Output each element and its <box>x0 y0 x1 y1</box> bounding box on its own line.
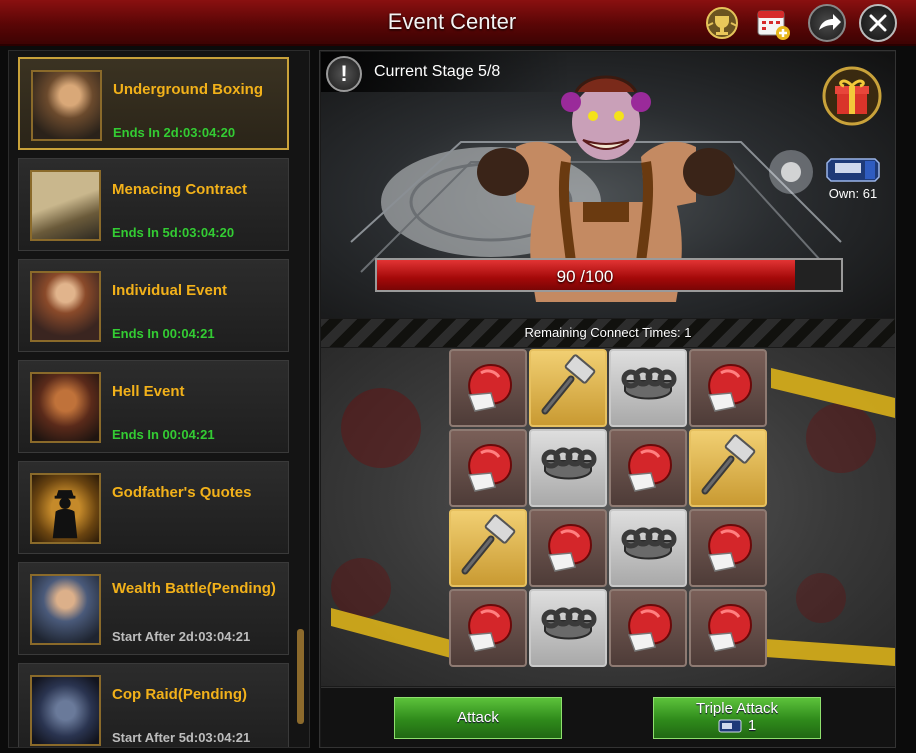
pass-ticket-icon <box>823 151 883 187</box>
event-list-scrollbar[interactable] <box>297 629 304 724</box>
action-bar: Attack Triple Attack 1 <box>321 687 895 747</box>
boxing-glove-icon <box>467 603 513 652</box>
triple-attack-button[interactable]: Triple Attack 1 <box>653 697 821 739</box>
tile-glove[interactable] <box>609 429 687 507</box>
tile-knuckles[interactable] <box>609 349 687 427</box>
event-main-panel: ! Current Stage 5/8 Own: 61 90 /100 Rema… <box>319 50 896 748</box>
brass-knuckles-icon <box>621 367 677 400</box>
pass-ticket-icon <box>718 719 742 733</box>
current-stage-label: Current Stage 5/8 <box>374 63 501 80</box>
event-countdown: Ends In 00:04:21 <box>112 326 215 341</box>
event-name: Godfather's Quotes <box>112 484 252 501</box>
boss-hp-bar: 90 /100 <box>375 258 843 292</box>
match-grid <box>449 349 769 669</box>
tile-glove[interactable] <box>449 349 527 427</box>
event-countdown: Start After 5d:03:04:21 <box>112 730 251 745</box>
police-car-icon <box>30 675 101 746</box>
event-item-wealth-battle[interactable]: Wealth Battle(Pending) Start After 2d:03… <box>18 562 289 655</box>
tile-hammer[interactable] <box>529 349 607 427</box>
boxing-glove-icon <box>707 523 753 572</box>
brass-knuckles-icon <box>541 607 597 640</box>
tile-glove[interactable] <box>689 349 767 427</box>
boxing-glove-icon <box>707 603 753 652</box>
boss-stage-scene: ! Current Stage 5/8 Own: 61 90 /100 <box>321 52 895 318</box>
close-icon[interactable] <box>859 4 897 42</box>
tile-hammer[interactable] <box>689 429 767 507</box>
brass-knuckles-icon <box>541 447 597 480</box>
tile-glove[interactable] <box>689 589 767 667</box>
triple-attack-cost: 1 <box>654 717 820 734</box>
calendar-add-icon[interactable] <box>754 4 792 42</box>
event-name: Individual Event <box>112 282 228 299</box>
tile-glove[interactable] <box>449 429 527 507</box>
tile-glove[interactable] <box>529 509 607 587</box>
boxing-glove-icon <box>467 443 513 492</box>
event-name: Underground Boxing <box>113 81 263 98</box>
boxing-glove-icon <box>467 363 513 412</box>
event-name: Cop Raid(Pending) <box>112 686 247 703</box>
tile-glove[interactable] <box>689 509 767 587</box>
boxing-glove-icon <box>547 523 593 572</box>
event-list[interactable]: Underground Boxing Ends In 2d:03:04:20 M… <box>8 50 310 748</box>
hammer-icon <box>701 434 756 495</box>
pass-owned-count: Own: 61 <box>828 186 878 201</box>
event-item-hell-event[interactable]: Hell Event Ends In 00:04:21 <box>18 360 289 453</box>
trophy-icon[interactable] <box>703 4 741 42</box>
stage-banner: ! Current Stage 5/8 <box>321 52 571 92</box>
tile-glove[interactable] <box>449 589 527 667</box>
event-name: Wealth Battle(Pending) <box>112 580 276 597</box>
businessman-portrait-icon <box>30 574 101 645</box>
tile-knuckles[interactable] <box>529 429 607 507</box>
event-countdown: Ends In 00:04:21 <box>112 427 215 442</box>
event-name: Menacing Contract <box>112 181 248 198</box>
event-countdown: Ends In 5d:03:04:20 <box>112 225 235 240</box>
godfather-silhouette-icon <box>30 473 101 544</box>
triple-attack-label: Triple Attack <box>696 700 778 717</box>
hammer-icon <box>541 354 596 415</box>
attack-button[interactable]: Attack <box>394 697 562 739</box>
gangster-portrait-icon <box>30 271 101 342</box>
event-item-godfathers-quotes[interactable]: Godfather's Quotes <box>18 461 289 554</box>
info-icon[interactable]: ! <box>326 56 362 92</box>
event-center-header: Event Center <box>0 0 916 46</box>
gang-group-icon <box>30 372 101 443</box>
match-board-area <box>321 348 895 686</box>
remaining-connect-strip: Remaining Connect Times: 1 <box>321 319 895 347</box>
event-item-underground-boxing[interactable]: Underground Boxing Ends In 2d:03:04:20 <box>18 57 289 150</box>
remaining-connect-text: Remaining Connect Times: 1 <box>524 325 692 340</box>
event-countdown: Start After 2d:03:04:21 <box>112 629 251 644</box>
attack-button-label: Attack <box>457 709 499 726</box>
tile-knuckles[interactable] <box>609 509 687 587</box>
boss-hp-text: 90 /100 <box>556 267 614 286</box>
tile-hammer[interactable] <box>449 509 527 587</box>
event-item-cop-raid[interactable]: Cop Raid(Pending) Start After 5d:03:04:2… <box>18 663 289 747</box>
tile-glove[interactable] <box>609 589 687 667</box>
triple-attack-cost-value: 1 <box>747 717 757 734</box>
event-item-menacing-contract[interactable]: Menacing Contract Ends In 5d:03:04:20 <box>18 158 289 251</box>
gift-box-icon[interactable] <box>822 66 882 126</box>
hammer-icon <box>461 514 516 575</box>
share-arrow-icon[interactable] <box>808 4 846 42</box>
tile-knuckles[interactable] <box>529 589 607 667</box>
event-countdown: Ends In 2d:03:04:20 <box>113 125 236 140</box>
event-name: Hell Event <box>112 383 185 400</box>
brass-knuckles-icon <box>621 527 677 560</box>
boxing-glove-icon <box>707 363 753 412</box>
event-item-individual-event[interactable]: Individual Event Ends In 00:04:21 <box>18 259 289 352</box>
contract-signing-icon <box>30 170 101 241</box>
boxer-portrait-icon <box>31 70 102 141</box>
boxing-glove-icon <box>627 603 673 652</box>
boxing-glove-icon <box>627 443 673 492</box>
